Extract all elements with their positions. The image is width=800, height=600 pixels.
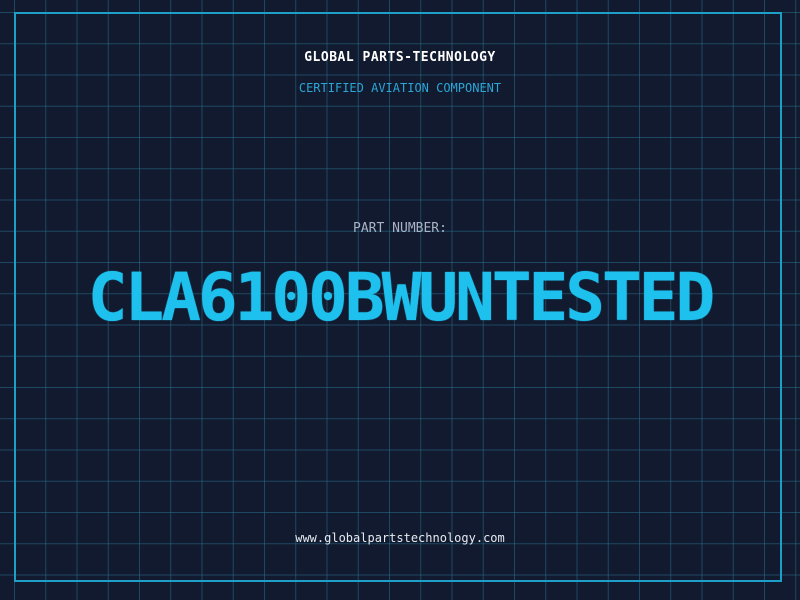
brand-tagline: CERTIFIED AVIATION COMPONENT <box>298 81 502 95</box>
part-card: GLOBAL PARTS-TECHNOLOGY CERTIFIED AVIATI… <box>0 0 800 600</box>
brand-title: GLOBAL PARTS-TECHNOLOGY <box>304 50 496 65</box>
part-number-label: PART NUMBER: <box>353 221 447 236</box>
part-number-value: CLA6100BWUNTESTED <box>87 259 716 336</box>
website-url: www.globalpartstechnology.com <box>295 531 505 545</box>
